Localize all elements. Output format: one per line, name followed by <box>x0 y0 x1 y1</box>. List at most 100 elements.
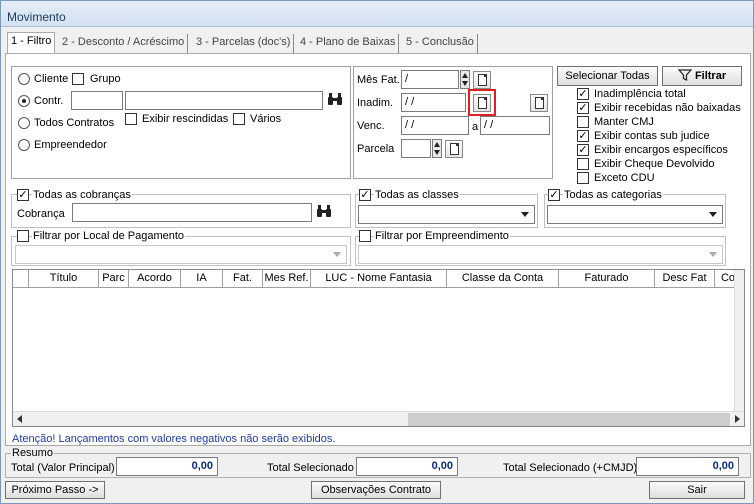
filter-option-checkbox[interactable]: ✓ <box>577 102 589 114</box>
grid-column-header[interactable]: Título <box>29 270 99 288</box>
local-pagamento-checkbox[interactable] <box>17 230 29 242</box>
exibir-rescindidas-checkbox[interactable] <box>125 113 137 125</box>
contr-label: Contr. <box>34 95 64 107</box>
mes-fat-doc-button[interactable] <box>473 71 491 89</box>
venc-to-input[interactable]: / / <box>480 116 550 135</box>
grid-column-header[interactable]: Fat. <box>223 270 263 288</box>
mes-fat-spinner[interactable] <box>460 70 470 89</box>
scroll-thumb[interactable] <box>408 413 730 426</box>
exibir-rescindidas-label: Exibir rescindidas <box>142 113 229 125</box>
warning-text: Atenção! Lançamentos com valores negativ… <box>12 433 336 445</box>
tab-plano-baixas[interactable]: 4 - Plano de Baixas <box>297 34 400 53</box>
tab-desconto[interactable]: 2 - Desconto / Acréscimo <box>59 34 189 53</box>
total-principal-value: 0,00 <box>116 457 218 476</box>
window-title: Movimento <box>7 10 66 24</box>
scroll-right-icon[interactable] <box>735 415 740 423</box>
grid-column-header[interactable]: Faturado <box>559 270 655 288</box>
filter-option-checkbox[interactable] <box>577 116 589 128</box>
filter-option-checkbox[interactable]: ✓ <box>577 144 589 156</box>
proximo-passo-button[interactable]: Próximo Passo -> <box>5 481 105 499</box>
observacoes-contrato-button[interactable]: Observações Contrato <box>311 481 441 499</box>
inadim-label: Inadim. <box>357 97 394 109</box>
grid-column-header[interactable]: Classe da Conta <box>447 270 559 288</box>
varios-checkbox[interactable] <box>233 113 245 125</box>
categorias-combo[interactable] <box>547 205 723 224</box>
grid-column-header[interactable]: Parc <box>99 270 129 288</box>
todas-cobrancas-label: Todas as cobranças <box>32 189 132 201</box>
funnel-icon <box>677 69 693 81</box>
filter-option-label: Exibir encargos específicos <box>594 144 728 156</box>
search-binoculars-icon[interactable] <box>326 92 344 108</box>
filter-option-label: Exibir recebidas não baixadas <box>594 102 741 114</box>
cobranca-input[interactable] <box>72 203 312 222</box>
filter-option-checkbox[interactable]: ✓ <box>577 130 589 142</box>
todas-categorias-label: Todas as categorias <box>563 189 663 201</box>
filter-option-label: Exceto CDU <box>594 172 655 184</box>
horizontal-scrollbar[interactable] <box>13 411 744 426</box>
inadim-input[interactable]: / / <box>401 93 466 112</box>
todas-categorias-checkbox[interactable]: ✓ <box>548 189 560 201</box>
todas-classes-checkbox[interactable]: ✓ <box>359 189 371 201</box>
highlight-box <box>468 89 496 116</box>
document-icon <box>450 143 459 155</box>
parcela-input[interactable] <box>401 139 431 158</box>
filter-option-checkbox[interactable] <box>577 158 589 170</box>
cliente-radio[interactable] <box>18 73 30 85</box>
contr-radio[interactable] <box>18 95 30 107</box>
total-cmjd-value: 0,00 <box>636 457 739 476</box>
grupo-checkbox[interactable] <box>72 73 84 85</box>
empreendedor-radio[interactable] <box>18 139 30 151</box>
search-binoculars-icon[interactable] <box>315 204 333 220</box>
document-icon <box>478 74 487 86</box>
todas-cobrancas-checkbox[interactable]: ✓ <box>17 189 29 201</box>
grid-column-header[interactable]: IA <box>181 270 223 288</box>
grid-column-header[interactable]: Acordo <box>129 270 181 288</box>
total-cmjd-label: Total Selecionado (+CMJD) <box>503 462 638 474</box>
vertical-scrollbar[interactable] <box>734 270 744 426</box>
parcela-label: Parcela <box>357 143 395 155</box>
grid-column-header[interactable]: Desc Fat <box>655 270 715 288</box>
tab-filtro[interactable]: 1 - Filtro <box>7 32 56 53</box>
cliente-label: Cliente <box>34 73 69 85</box>
local-pagamento-combo[interactable] <box>15 245 347 264</box>
selecionar-todas-button[interactable]: Selecionar Todas <box>557 66 658 86</box>
lancamentos-grid[interactable]: Título Parc Acordo IA Fat. Mes Ref. LUC - Nome… <box>12 269 745 427</box>
empreendimento-checkbox[interactable] <box>359 230 371 242</box>
contr-name-input[interactable] <box>125 91 323 110</box>
filtro-panel: Cliente Grupo Contr. Exibir rescindidas … <box>5 53 751 446</box>
cobranca-label: Cobrança <box>17 208 65 220</box>
filter-option-label: Exibir contas sub judice <box>594 130 710 142</box>
tab-conclusao[interactable]: 5 - Conclusão <box>403 34 478 53</box>
todas-classes-label: Todas as classes <box>374 189 460 201</box>
venc-label: Venc. <box>357 120 385 132</box>
empreendimento-combo[interactable] <box>358 245 723 264</box>
filter-options: ✓ Inadimplência total ✓ Exibir recebidas nã… <box>577 88 749 188</box>
parcela-spinner[interactable] <box>432 139 442 158</box>
todos-contratos-label: Todos Contratos <box>34 117 115 129</box>
filtrar-button[interactable]: Filtrar <box>662 66 742 86</box>
classes-combo[interactable] <box>358 205 535 224</box>
parcela-doc-button[interactable] <box>445 140 463 158</box>
sair-button[interactable]: Sair <box>649 481 745 499</box>
filter-option-checkbox[interactable] <box>577 172 589 184</box>
dates-group: Mês Fat. / Inadim. / / Venc. / / a / / P… <box>353 66 553 179</box>
tab-parcelas[interactable]: 3 - Parcelas (doc's) <box>193 34 295 53</box>
grid-column-header[interactable]: LUC - Nome Fantasia <box>311 270 447 288</box>
filter-option-checkbox[interactable]: ✓ <box>577 88 589 100</box>
total-selecionado-value: 0,00 <box>356 457 458 476</box>
scroll-left-icon[interactable] <box>17 415 22 423</box>
grid-column-header[interactable]: Mes Ref. <box>263 270 311 288</box>
todos-contratos-radio[interactable] <box>18 117 30 129</box>
empreendedor-label: Empreendedor <box>34 139 107 151</box>
filter-option-label: Inadimplência total <box>594 88 686 100</box>
venc-from-input[interactable]: / / <box>401 116 469 135</box>
grid-row-selector-header <box>13 270 29 288</box>
inadim-doc-button-2[interactable] <box>530 94 548 112</box>
filtrar-label: Filtrar <box>694 70 727 82</box>
entity-group: Cliente Grupo Contr. Exibir rescindidas … <box>11 66 351 179</box>
contr-code-input[interactable] <box>71 91 123 110</box>
document-icon <box>535 97 544 109</box>
mes-fat-input[interactable]: / <box>401 70 459 89</box>
chevron-down-icon <box>517 207 533 222</box>
chevron-down-icon <box>705 207 721 222</box>
